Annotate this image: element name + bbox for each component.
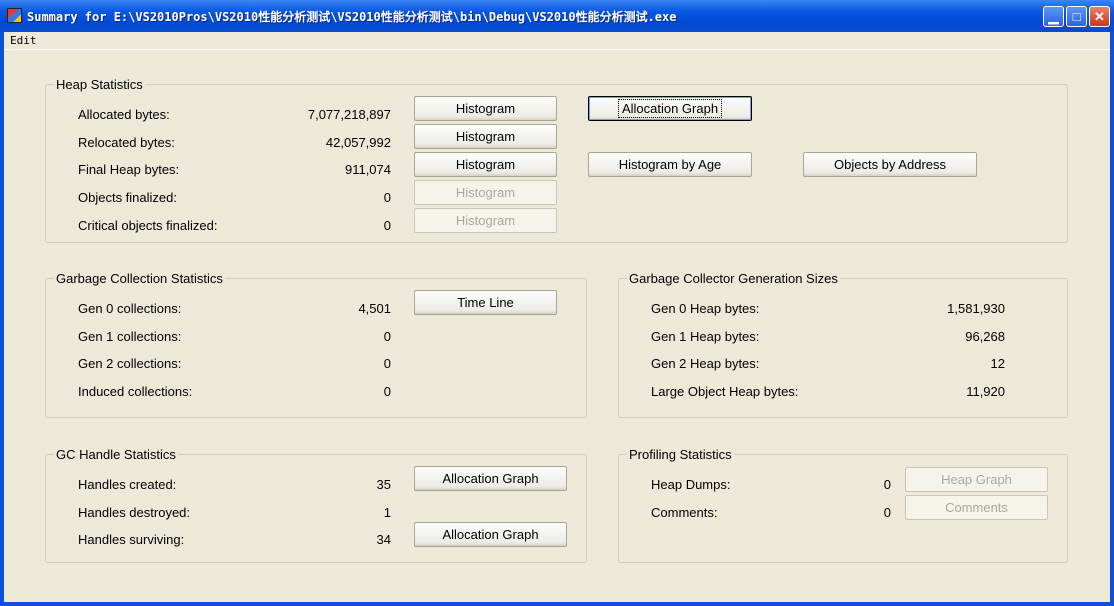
final-heap-bytes-label: Final Heap bytes: xyxy=(78,162,180,177)
title-bar[interactable]: Summary for E:\VS2010Pros\VS2010性能分析测试\V… xyxy=(0,0,1114,32)
gen0-collections-label: Gen 0 collections: xyxy=(78,301,182,316)
gen1-heap-bytes-value: 96,268 xyxy=(965,329,1005,344)
app-icon xyxy=(7,8,22,23)
maximize-icon: □ xyxy=(1072,9,1081,24)
client-area: Edit Heap Statistics Allocated bytes: 7,… xyxy=(4,32,1110,602)
gen1-heap-bytes-label: Gen 1 Heap bytes: xyxy=(651,329,760,344)
gen2-collections-label: Gen 2 collections: xyxy=(78,356,182,371)
critical-objects-finalized-value: 0 xyxy=(383,218,391,233)
heap-dumps-value: 0 xyxy=(883,477,891,492)
relocated-bytes-value: 42,057,992 xyxy=(325,135,391,150)
objects-finalized-value: 0 xyxy=(383,190,391,205)
close-button[interactable]: ✕ xyxy=(1089,6,1110,27)
allocated-bytes-label: Allocated bytes: xyxy=(78,107,170,122)
relocated-histogram-button[interactable]: Histogram xyxy=(414,124,557,149)
gen0-heap-bytes-value: 1,581,930 xyxy=(947,301,1005,316)
group-title: Heap Statistics xyxy=(54,77,145,92)
allocated-histogram-button[interactable]: Histogram xyxy=(414,96,557,121)
heap-graph-button[interactable]: Heap Graph xyxy=(905,467,1048,492)
gen2-heap-bytes-label: Gen 2 Heap bytes: xyxy=(651,356,760,371)
large-object-heap-bytes-label: Large Object Heap bytes: xyxy=(651,384,799,399)
final-heap-bytes-value: 911,074 xyxy=(344,162,391,177)
heap-dumps-label: Heap Dumps: xyxy=(651,477,731,492)
objects-finalized-histogram-button[interactable]: Histogram xyxy=(414,180,557,205)
group-title: Profiling Statistics xyxy=(627,447,734,462)
group-title: Garbage Collector Generation Sizes xyxy=(627,271,840,286)
relocated-bytes-label: Relocated bytes: xyxy=(78,135,175,150)
allocated-bytes-value: 7,077,218,897 xyxy=(307,107,391,122)
group-title: GC Handle Statistics xyxy=(54,447,178,462)
handles-surviving-value: 34 xyxy=(376,532,391,547)
objects-finalized-label: Objects finalized: xyxy=(78,190,177,205)
gen1-collections-label: Gen 1 collections: xyxy=(78,329,182,344)
close-icon: ✕ xyxy=(1094,8,1105,24)
large-object-heap-bytes-value: 11,920 xyxy=(966,384,1005,399)
critical-objects-finalized-label: Critical objects finalized: xyxy=(78,218,218,233)
menu-edit[interactable]: Edit xyxy=(10,34,37,47)
final-heap-histogram-button[interactable]: Histogram xyxy=(414,152,557,177)
maximize-button[interactable]: □ xyxy=(1066,6,1087,27)
handles-surviving-label: Handles surviving: xyxy=(78,532,185,547)
comments-value: 0 xyxy=(883,505,891,520)
handles-destroyed-label: Handles destroyed: xyxy=(78,505,191,520)
app-window: Summary for E:\VS2010Pros\VS2010性能分析测试\V… xyxy=(0,0,1114,606)
histogram-by-age-button[interactable]: Histogram by Age xyxy=(588,152,752,177)
comments-label: Comments: xyxy=(651,505,718,520)
surviving-allocation-graph-button[interactable]: Allocation Graph xyxy=(414,522,567,547)
minimize-button[interactable]: ▁ xyxy=(1043,6,1064,27)
time-line-button[interactable]: Time Line xyxy=(414,290,557,315)
handles-allocation-graph-button[interactable]: Allocation Graph xyxy=(414,466,567,491)
gen1-collections-value: 0 xyxy=(383,329,391,344)
comments-button[interactable]: Comments xyxy=(905,495,1048,520)
handles-created-label: Handles created: xyxy=(78,477,177,492)
group-title: Garbage Collection Statistics xyxy=(54,271,225,286)
induced-collections-value: 0 xyxy=(383,384,391,399)
handles-created-value: 35 xyxy=(376,477,391,492)
critical-objects-histogram-button[interactable]: Histogram xyxy=(414,208,557,233)
gen0-heap-bytes-label: Gen 0 Heap bytes: xyxy=(651,301,760,316)
gen2-heap-bytes-value: 12 xyxy=(990,356,1005,371)
handles-destroyed-value: 1 xyxy=(383,505,391,520)
allocation-graph-button[interactable]: Allocation Graph xyxy=(588,96,752,121)
menu-bar: Edit xyxy=(4,32,1110,50)
gen0-collections-value: 4,501 xyxy=(358,301,391,316)
induced-collections-label: Induced collections: xyxy=(78,384,193,399)
objects-by-address-button[interactable]: Objects by Address xyxy=(803,152,977,177)
gen2-collections-value: 0 xyxy=(383,356,391,371)
window-title: Summary for E:\VS2010Pros\VS2010性能分析测试\V… xyxy=(27,10,677,24)
minimize-icon: ▁ xyxy=(1048,8,1059,24)
